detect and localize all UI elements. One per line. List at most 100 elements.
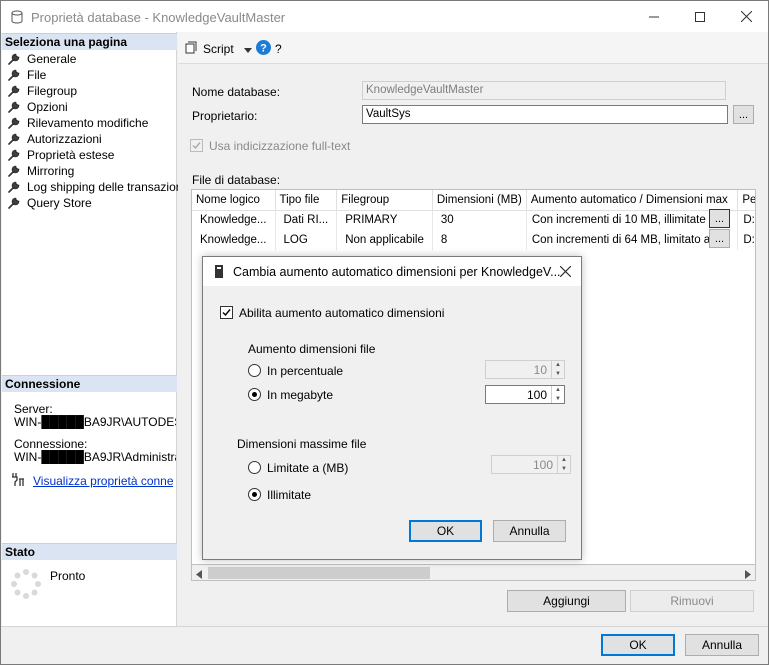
column-header[interactable]: Filegroup: [336, 190, 433, 211]
autogrowth-edit-button[interactable]: ...: [709, 229, 730, 248]
table-row[interactable]: Knowledge... Dati RI... PRIMARY 30 Con i…: [192, 210, 755, 230]
page-item-label: Filegroup: [27, 84, 78, 98]
page-item[interactable]: Query Store: [2, 195, 177, 211]
megabyte-stepper[interactable]: 100 ▲ ▼: [485, 385, 565, 404]
dialog-close-icon[interactable]: [559, 265, 572, 280]
close-button[interactable]: [723, 1, 769, 32]
page-item[interactable]: Opzioni: [2, 99, 177, 115]
stepper-up-icon: ▲: [555, 362, 561, 368]
remove-button: Rimuovi: [630, 590, 754, 612]
owner-field[interactable]: VaultSys: [362, 105, 728, 124]
connection-value: WIN-█████BA9JR\Administrator: [14, 450, 176, 464]
wrench-icon: [8, 69, 20, 81]
page-item[interactable]: File: [2, 67, 177, 83]
toolbar: Script ? ?: [178, 32, 768, 64]
wrench-icon: [8, 117, 20, 129]
unlimited-label: Illimitate: [267, 488, 312, 502]
percent-radio[interactable]: [248, 364, 261, 377]
table-cell[interactable]: Con incrementi di 64 MB, limitato a 2...: [526, 230, 739, 250]
table-cell[interactable]: 8: [432, 230, 527, 250]
scroll-right-icon[interactable]: [745, 568, 751, 582]
file-icon: [215, 265, 223, 281]
table-cell[interactable]: Non applicabile: [336, 230, 433, 250]
table-cell[interactable]: Knowledge...: [192, 210, 276, 230]
cancel-button[interactable]: Annulla: [685, 634, 759, 656]
table-cell[interactable]: Con incrementi di 10 MB, illimitate: [526, 210, 739, 230]
scrollbar-thumb[interactable]: [208, 567, 430, 579]
page-item-label: Generale: [27, 52, 77, 66]
grid-header-row: Nome logico Tipo file Filegroup Dimensio…: [192, 190, 755, 211]
owner-browse-button[interactable]: ...: [733, 105, 754, 124]
table-cell[interactable]: D:\P: [737, 210, 755, 230]
page-item-label: Opzioni: [27, 100, 68, 114]
table-cell[interactable]: Dati RI...: [275, 210, 338, 230]
page-item[interactable]: Mirroring: [2, 163, 177, 179]
fulltext-label: Usa indicizzazione full-text: [209, 139, 351, 153]
window-title: Proprietà database - KnowledgeVaultMaste…: [31, 10, 286, 25]
dialog-ok-button[interactable]: OK: [409, 520, 482, 542]
megabyte-radio[interactable]: [248, 388, 261, 401]
page-item[interactable]: Generale: [2, 51, 177, 67]
status-header: Stato: [2, 543, 177, 560]
max-size-header: Dimensioni massime file: [237, 437, 367, 451]
view-connection-row[interactable]: Visualizza proprietà connessione: [11, 473, 173, 489]
table-cell[interactable]: Knowledge...: [192, 230, 276, 250]
page-item[interactable]: Rilevamento modifiche: [2, 115, 177, 131]
unlimited-radio[interactable]: [248, 488, 261, 501]
script-button[interactable]: Script: [185, 41, 252, 57]
autogrowth-dialog: Cambia aumento automatico dimensioni per…: [202, 256, 582, 560]
page-item[interactable]: Log shipping delle transazioni: [2, 179, 185, 195]
dialog-title: Cambia aumento automatico dimensioni per…: [233, 265, 561, 279]
table-row[interactable]: Knowledge... LOG Non applicabile 8 Con i…: [192, 230, 755, 250]
column-header[interactable]: Dimensioni (MB): [432, 190, 527, 211]
percent-label: In percentuale: [267, 364, 344, 378]
page-item-label: Mirroring: [27, 164, 75, 178]
database-properties-window: Proprietà database - KnowledgeVaultMaste…: [0, 0, 769, 665]
stepper-arrows: ▲ ▼: [557, 456, 570, 473]
table-cell[interactable]: D:\P: [737, 230, 755, 250]
add-button[interactable]: Aggiungi: [507, 590, 626, 612]
horizontal-scrollbar[interactable]: [191, 564, 756, 581]
column-header[interactable]: Nome logico: [192, 190, 276, 211]
page-item-label: File: [27, 68, 47, 82]
autogrowth-edit-button[interactable]: ...: [709, 209, 730, 228]
page-item[interactable]: Filegroup: [2, 83, 177, 99]
fulltext-checkbox: [190, 139, 203, 152]
enable-autogrowth-checkbox[interactable]: [220, 306, 233, 319]
minimize-button[interactable]: [631, 1, 677, 32]
limited-label: Limitate a (MB): [267, 461, 349, 475]
file-growth-header: Aumento dimensioni file: [248, 342, 376, 356]
enable-autogrowth-label: Abilita aumento automatico dimensioni: [239, 306, 445, 320]
stepper-up-icon: ▲: [561, 457, 567, 463]
stepper-arrows[interactable]: ▲ ▼: [551, 386, 564, 403]
scroll-left-icon[interactable]: [196, 568, 202, 582]
view-connection-properties-link[interactable]: Visualizza proprietà connessione: [33, 474, 173, 488]
page-item[interactable]: Autorizzazioni: [2, 131, 177, 147]
help-icon: ?: [256, 40, 271, 58]
stepper-down-icon: ▼: [555, 370, 561, 377]
server-label: Server:: [14, 402, 53, 416]
stepper-down-icon[interactable]: ▼: [552, 395, 564, 404]
ok-button[interactable]: OK: [601, 634, 675, 656]
footer: OK Annulla: [1, 626, 768, 664]
stepper-up-icon[interactable]: ▲: [552, 386, 564, 395]
megabyte-label: In megabyte: [267, 388, 334, 402]
page-item[interactable]: Proprietà estese: [2, 147, 177, 163]
table-cell[interactable]: PRIMARY: [336, 210, 433, 230]
wrench-icon: [8, 149, 20, 161]
chevron-down-icon: [243, 42, 252, 56]
column-header[interactable]: Tipo file: [275, 190, 338, 211]
connection-header: Connessione: [2, 375, 177, 392]
limited-radio[interactable]: [248, 461, 261, 474]
help-button[interactable]: ? ?: [256, 40, 282, 58]
table-cell[interactable]: LOG: [275, 230, 338, 250]
dialog-cancel-button[interactable]: Annulla: [493, 520, 566, 542]
table-cell[interactable]: 30: [432, 210, 527, 230]
owner-label: Proprietario:: [192, 109, 258, 123]
column-header[interactable]: Perc: [737, 190, 755, 211]
maximize-button[interactable]: [677, 1, 723, 32]
column-header[interactable]: Aumento automatico / Dimensioni max: [526, 190, 739, 211]
left-panel: Seleziona una pagina Generale File Filegro…: [2, 32, 185, 626]
megabyte-value[interactable]: 100: [486, 386, 551, 403]
stepper-down-icon: ▼: [561, 465, 567, 472]
